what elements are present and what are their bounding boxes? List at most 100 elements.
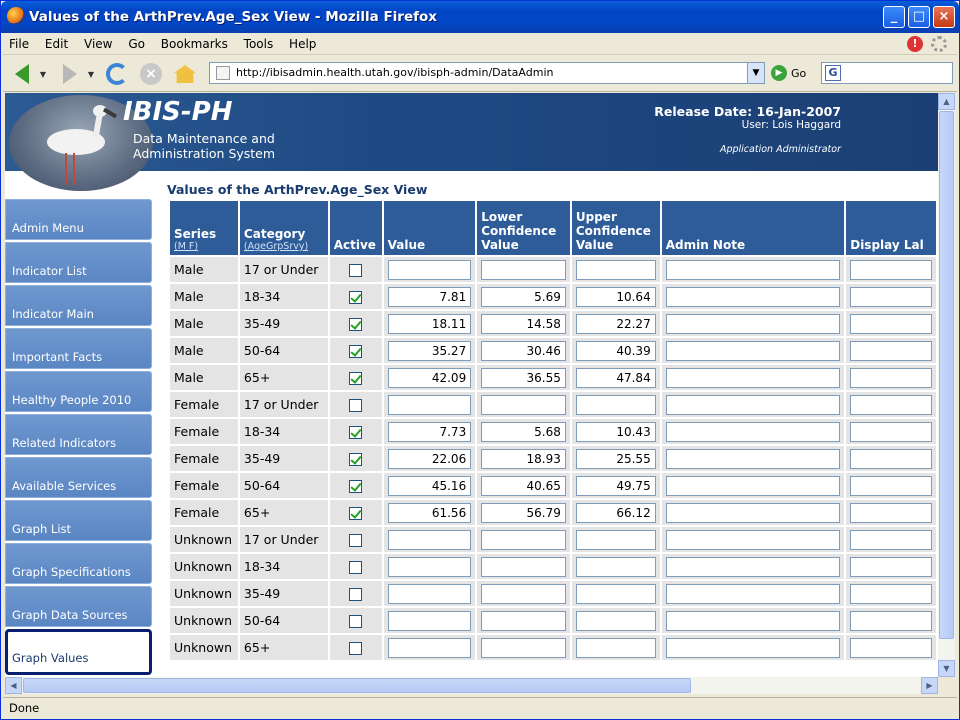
- lower-confidence-input[interactable]: [481, 556, 566, 577]
- admin-note-input[interactable]: [665, 340, 841, 361]
- lower-confidence-input[interactable]: [481, 637, 566, 658]
- upper-confidence-input[interactable]: 10.43: [575, 421, 656, 442]
- menu-help[interactable]: Help: [283, 33, 322, 55]
- lower-confidence-input[interactable]: [481, 529, 566, 550]
- value-input[interactable]: [387, 529, 472, 550]
- admin-note-input[interactable]: [665, 637, 841, 658]
- category-code-link[interactable]: (AgeGrpSrvy): [244, 241, 324, 252]
- sidebar-item-graph-data-sources[interactable]: Graph Data Sources: [5, 586, 152, 627]
- search-box[interactable]: G: [821, 62, 953, 84]
- upper-confidence-input[interactable]: [575, 610, 656, 631]
- sidebar-item-graph-values[interactable]: Graph Values: [5, 629, 152, 675]
- value-input[interactable]: 22.06: [387, 448, 472, 469]
- admin-note-input[interactable]: [665, 583, 841, 604]
- value-input[interactable]: [387, 394, 472, 415]
- menu-tools[interactable]: Tools: [238, 33, 280, 55]
- sidebar-item-graph-list[interactable]: Graph List: [5, 500, 152, 541]
- menu-view[interactable]: View: [78, 33, 118, 55]
- maximize-button[interactable]: □: [908, 6, 930, 28]
- sidebar-item-graph-specifications[interactable]: Graph Specifications: [5, 543, 152, 584]
- sidebar-item-admin-menu[interactable]: Admin Menu: [5, 199, 152, 240]
- display-label-input[interactable]: [850, 448, 932, 469]
- display-label-input[interactable]: [850, 502, 932, 523]
- upper-confidence-input[interactable]: [575, 259, 656, 280]
- upper-confidence-input[interactable]: 66.12: [575, 502, 656, 523]
- vertical-scroll-thumb[interactable]: [939, 111, 954, 639]
- value-input[interactable]: 42.09: [387, 367, 472, 388]
- active-checkbox[interactable]: [349, 615, 363, 628]
- display-label-input[interactable]: [850, 556, 932, 577]
- sidebar-item-available-services[interactable]: Available Services: [5, 457, 152, 498]
- lower-confidence-input[interactable]: [481, 583, 566, 604]
- display-label-input[interactable]: [850, 367, 932, 388]
- display-label-input[interactable]: [850, 340, 932, 361]
- upper-confidence-input[interactable]: 47.84: [575, 367, 656, 388]
- upper-confidence-input[interactable]: 49.75: [575, 475, 656, 496]
- lower-confidence-input[interactable]: [481, 610, 566, 631]
- sidebar-item-healthy-people-2010[interactable]: Healthy People 2010: [5, 371, 152, 412]
- value-input[interactable]: 18.11: [387, 313, 472, 334]
- upper-confidence-input[interactable]: [575, 529, 656, 550]
- upper-confidence-input[interactable]: 25.55: [575, 448, 656, 469]
- forward-button[interactable]: [57, 60, 83, 88]
- sidebar-item-important-facts[interactable]: Important Facts: [5, 328, 152, 369]
- active-checkbox[interactable]: [349, 561, 363, 574]
- lower-confidence-input[interactable]: 18.93: [481, 448, 566, 469]
- admin-note-input[interactable]: [665, 286, 841, 307]
- lower-confidence-input[interactable]: [481, 394, 566, 415]
- lower-confidence-input[interactable]: 30.46: [481, 340, 566, 361]
- display-label-input[interactable]: [850, 637, 932, 658]
- upper-confidence-input[interactable]: [575, 583, 656, 604]
- value-input[interactable]: [387, 610, 472, 631]
- value-input[interactable]: 45.16: [387, 475, 472, 496]
- admin-note-input[interactable]: [665, 556, 841, 577]
- value-input[interactable]: [387, 259, 472, 280]
- active-checkbox[interactable]: [349, 345, 363, 358]
- update-alert-icon[interactable]: !: [907, 36, 923, 52]
- active-checkbox[interactable]: [349, 399, 363, 412]
- stop-button[interactable]: ×: [137, 60, 165, 88]
- lower-confidence-input[interactable]: 40.65: [481, 475, 566, 496]
- admin-note-input[interactable]: [665, 475, 841, 496]
- display-label-input[interactable]: [850, 583, 932, 604]
- back-button[interactable]: [9, 60, 35, 88]
- active-checkbox[interactable]: [349, 480, 363, 493]
- menu-file[interactable]: File: [3, 33, 35, 55]
- lower-confidence-input[interactable]: 56.79: [481, 502, 566, 523]
- active-checkbox[interactable]: [349, 507, 363, 520]
- back-history-dropdown[interactable]: ▼: [37, 60, 49, 88]
- value-input[interactable]: 7.73: [387, 421, 472, 442]
- display-label-input[interactable]: [850, 475, 932, 496]
- upper-confidence-input[interactable]: 40.39: [575, 340, 656, 361]
- admin-note-input[interactable]: [665, 448, 841, 469]
- google-search-icon[interactable]: G: [825, 65, 841, 81]
- active-checkbox[interactable]: [349, 264, 363, 277]
- admin-note-input[interactable]: [665, 502, 841, 523]
- value-input[interactable]: 61.56: [387, 502, 472, 523]
- display-label-input[interactable]: [850, 421, 932, 442]
- active-checkbox[interactable]: [349, 426, 363, 439]
- close-button[interactable]: ×: [933, 6, 955, 28]
- admin-note-input[interactable]: [665, 610, 841, 631]
- vertical-scrollbar[interactable]: ▲ ▼: [938, 93, 955, 677]
- display-label-input[interactable]: [850, 529, 932, 550]
- admin-note-input[interactable]: [665, 313, 841, 334]
- display-label-input[interactable]: [850, 286, 932, 307]
- active-checkbox[interactable]: [349, 318, 363, 331]
- upper-confidence-input[interactable]: [575, 394, 656, 415]
- display-label-input[interactable]: [850, 313, 932, 334]
- upper-confidence-input[interactable]: 22.27: [575, 313, 656, 334]
- menu-edit[interactable]: Edit: [39, 33, 74, 55]
- scroll-right-button[interactable]: ▶: [921, 677, 938, 694]
- value-input[interactable]: 7.81: [387, 286, 472, 307]
- sidebar-item-indicator-main[interactable]: Indicator Main: [5, 285, 152, 326]
- active-checkbox[interactable]: [349, 453, 363, 466]
- url-dropdown-button[interactable]: ▼: [747, 63, 764, 83]
- upper-confidence-input[interactable]: [575, 637, 656, 658]
- horizontal-scroll-thumb[interactable]: [23, 678, 691, 693]
- display-label-input[interactable]: [850, 610, 932, 631]
- value-input[interactable]: 35.27: [387, 340, 472, 361]
- menu-go[interactable]: Go: [122, 33, 151, 55]
- reload-button[interactable]: [103, 60, 131, 88]
- admin-note-input[interactable]: [665, 259, 841, 280]
